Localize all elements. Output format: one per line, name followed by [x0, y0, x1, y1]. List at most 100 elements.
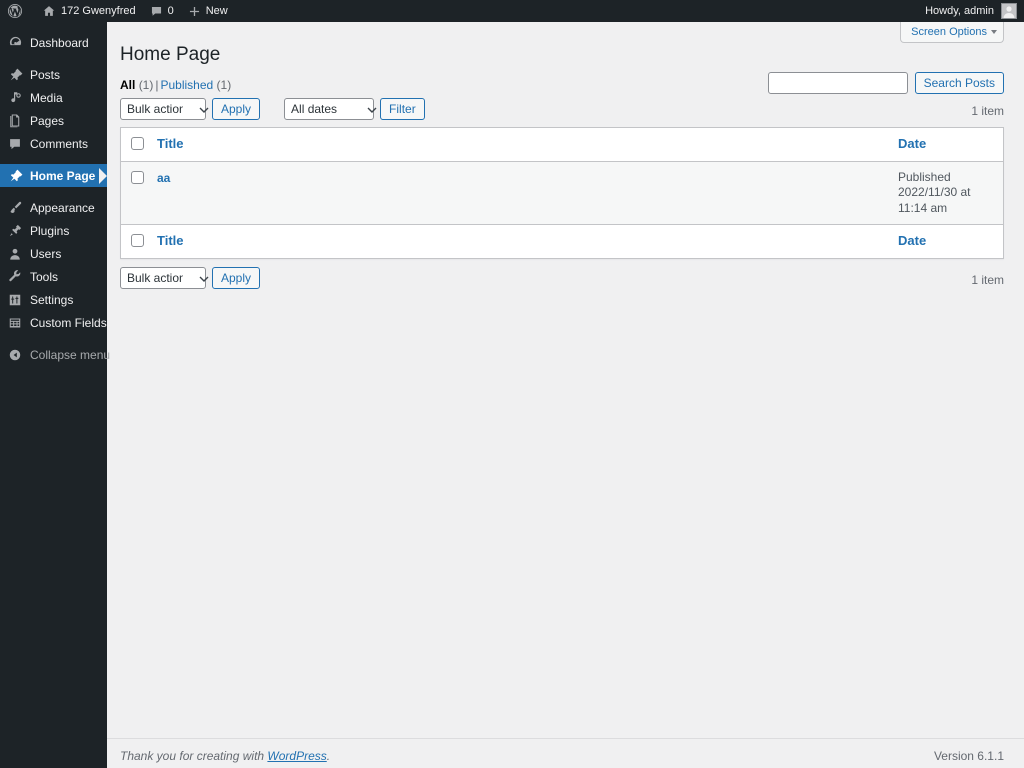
howdy-label: Howdy, admin [925, 5, 994, 17]
table-body: aa Published 2022/11/30 at 11:14 am [121, 161, 1003, 225]
post-status-views: All (1) | Published (1) [120, 78, 231, 92]
sidebar-item-label: Posts [30, 67, 61, 82]
select-all-checkbox-footer[interactable] [131, 234, 144, 248]
apply-button-top[interactable]: Apply [212, 97, 261, 120]
grid-icon [6, 314, 24, 332]
home-icon [42, 4, 56, 18]
sidebar-item-users[interactable]: Users [0, 242, 107, 265]
site-name-menu-item[interactable]: 172 Gwenyfred [35, 0, 143, 22]
sliders-icon [6, 291, 24, 309]
sidebar-item-label: Settings [30, 292, 74, 307]
sidebar-item-label: Pages [30, 113, 65, 128]
screen-options-tab[interactable]: Screen Options [900, 22, 1004, 43]
new-content-label: New [205, 5, 228, 17]
admin-sidebar-menu: Dashboard Posts Media Pages Comments Hom… [0, 22, 111, 768]
bulk-action-select-wrap-top: Bulk actions [120, 97, 209, 120]
page-header: Home Page [120, 22, 1004, 72]
bulk-action-select-bottom[interactable]: Bulk actions [120, 267, 206, 290]
select-all-footer [121, 224, 147, 258]
row-title-link[interactable]: aa [157, 171, 170, 185]
row-date-cell: Published 2022/11/30 at 11:14 am [888, 162, 1003, 225]
date-filter-select[interactable]: All dates [284, 97, 375, 120]
sidebar-item-media[interactable]: Media [0, 86, 107, 109]
select-all-header [121, 128, 147, 162]
select-all-checkbox[interactable] [131, 136, 144, 150]
tablenav-top-actions: Bulk actions Apply All dates Filter [120, 97, 425, 120]
avatar [1001, 3, 1017, 19]
screen-meta-links: Screen Options [900, 22, 1004, 43]
collapse-arrow-icon [6, 346, 24, 364]
my-account-menu-item[interactable]: Howdy, admin [918, 0, 1024, 22]
footer-thankyou: Thank you for creating with WordPress. [120, 749, 330, 763]
sidebar-item-label: Collapse menu [30, 347, 111, 362]
menu-separator-2 [0, 155, 107, 164]
row-date: 2022/11/30 at 11:14 am [898, 185, 971, 215]
date-filter-top: All dates Filter [284, 97, 425, 120]
dashboard-icon [6, 34, 24, 52]
sidebar-item-appearance[interactable]: Appearance [0, 196, 107, 219]
wrench-icon [6, 268, 24, 286]
sidebar-item-home-page[interactable]: Home Page [0, 164, 107, 187]
table-row: aa Published 2022/11/30 at 11:14 am [121, 161, 1003, 225]
tablenav-bottom-actions: Bulk actions Apply [120, 267, 261, 290]
footer-version: Version 6.1.1 [933, 749, 1004, 763]
sidebar-item-comments[interactable]: Comments [0, 132, 107, 155]
apply-button-bottom[interactable]: Apply [212, 267, 261, 290]
sidebar-item-label: Tools [30, 269, 59, 284]
paintbrush-icon [6, 199, 24, 217]
page-title: Home Page [120, 44, 221, 65]
comments-count: 0 [167, 5, 174, 17]
column-footer-title: Title [147, 224, 888, 258]
filter-button[interactable]: Filter [380, 97, 425, 120]
search-box: Search Posts [767, 72, 1004, 94]
table-header-row: Title Date [121, 128, 1003, 162]
sort-date-link-footer[interactable]: Date [898, 233, 926, 248]
sidebar-item-label: Comments [30, 136, 89, 151]
sidebar-item-tools[interactable]: Tools [0, 265, 107, 288]
new-content-menu-item[interactable]: New [181, 0, 235, 22]
sidebar-item-dashboard[interactable]: Dashboard [0, 31, 107, 54]
displaying-num-top: 1 item [971, 103, 1004, 118]
search-posts-button[interactable]: Search Posts [914, 72, 1004, 94]
view-all-count: (1) [138, 77, 154, 92]
chevron-down-icon [991, 30, 997, 34]
sidebar-item-custom-fields[interactable]: Custom Fields [0, 311, 107, 334]
sort-title-link-footer[interactable]: Title [157, 233, 184, 248]
bulk-action-select-top[interactable]: Bulk actions [120, 97, 206, 120]
comment-bubble-icon [150, 5, 163, 18]
posts-list-table: Title Date aa Published 2022/11/30 at 11… [120, 126, 1004, 260]
table-head: Title Date [121, 128, 1003, 162]
sidebar-item-plugins[interactable]: Plugins [0, 219, 107, 242]
view-published-link[interactable]: Published [160, 78, 213, 92]
sort-title-link[interactable]: Title [157, 136, 184, 151]
footer-thanks-suffix: . [326, 749, 331, 763]
pin-icon [6, 66, 24, 84]
tablenav-top: Bulk actions Apply All dates Filter 1 it… [120, 97, 1004, 124]
sidebar-item-label: Users [30, 246, 62, 261]
sidebar-item-label: Dashboard [30, 35, 89, 50]
view-published-count: (1) [216, 77, 232, 92]
row-checkbox[interactable] [131, 170, 144, 184]
sidebar-item-posts[interactable]: Posts [0, 63, 107, 86]
sidebar-item-label: Appearance [30, 200, 95, 215]
bulk-action-select-wrap-bottom: Bulk actions [120, 267, 209, 290]
search-input[interactable] [767, 72, 908, 94]
comments-menu-item[interactable]: 0 [143, 0, 181, 22]
column-header-date: Date [888, 128, 1003, 162]
page-body: Screen Options Home Page All (1) | Publish… [107, 22, 1024, 293]
user-icon [6, 245, 24, 263]
table-foot: Title Date [121, 224, 1003, 258]
wp-logo-menu-item[interactable] [0, 0, 35, 22]
bulk-actions-top: Bulk actions Apply [120, 97, 261, 120]
sidebar-item-pages[interactable]: Pages [0, 109, 107, 132]
view-all: All (1) | [120, 78, 160, 92]
collapse-menu-button[interactable]: Collapse menu [0, 343, 111, 366]
footer-thanks-prefix: Thank you for creating with [120, 749, 268, 763]
wordpress-link[interactable]: WordPress [267, 749, 326, 763]
column-footer-date: Date [888, 224, 1003, 258]
sidebar-item-settings[interactable]: Settings [0, 288, 107, 311]
content-area: Screen Options Home Page All (1) | Publish… [107, 22, 1024, 768]
view-all-link[interactable]: All [120, 78, 135, 92]
sort-date-link[interactable]: Date [898, 136, 926, 151]
pin-icon [6, 167, 24, 185]
